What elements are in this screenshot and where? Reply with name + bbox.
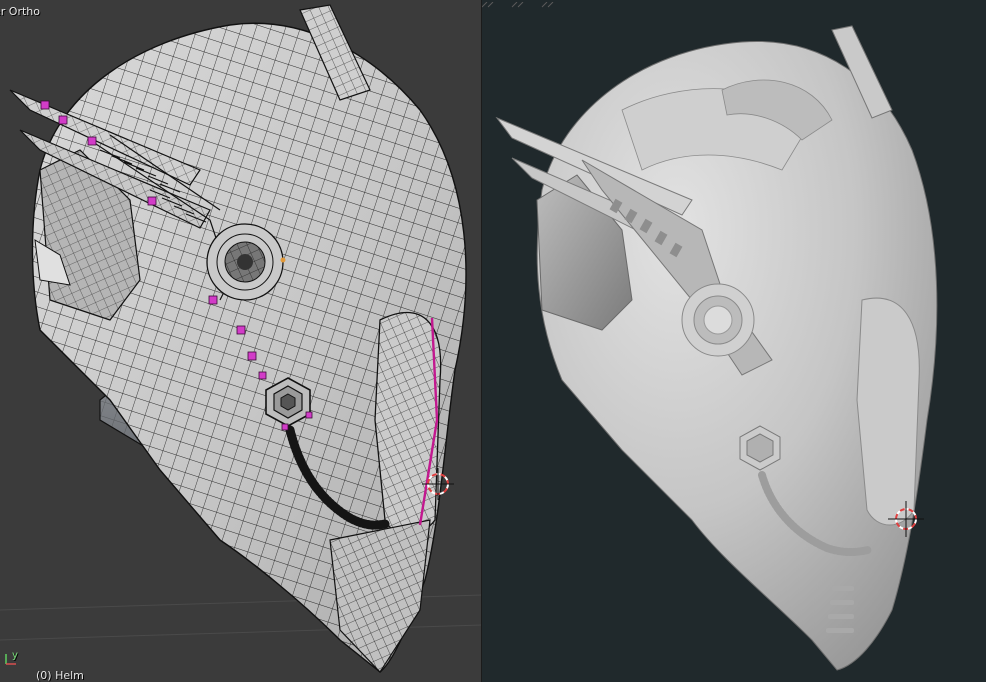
- resize-handle-icon[interactable]: [482, 2, 556, 8]
- rendered-viewport[interactable]: [482, 0, 986, 682]
- wireframe-viewport[interactable]: er Ortho y (0) Helm: [0, 0, 482, 682]
- helmet-render[interactable]: [482, 0, 986, 682]
- render-ear-disc: [681, 283, 755, 357]
- view-mode-label: er Ortho: [0, 5, 40, 18]
- helmet-shell-mesh: [31, 4, 467, 673]
- axis-gizmo-label: y: [12, 650, 18, 661]
- helmet-wireframe-mesh[interactable]: [0, 0, 482, 682]
- active-object-label: (0) Helm: [36, 669, 84, 682]
